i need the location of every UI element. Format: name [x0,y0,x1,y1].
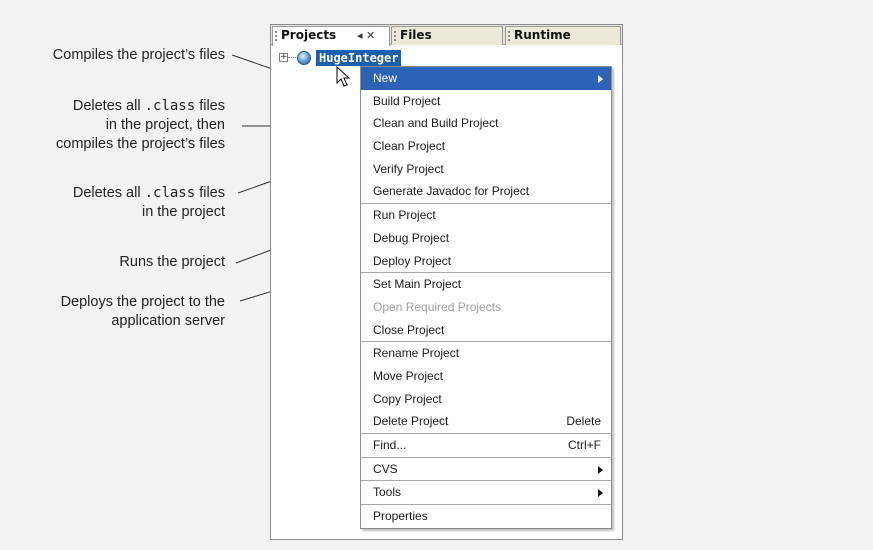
menu-item-properties[interactable]: Properties [361,505,611,528]
tab-grip-icon [275,31,277,41]
submenu-arrow-icon [598,489,603,498]
project-name[interactable]: HugeInteger [316,50,402,66]
menu-item-new[interactable]: New [361,67,611,90]
callout-build-text: Compiles the project’s files [52,47,225,63]
menu-item-clean-build-project[interactable]: Clean and Build Project [361,112,611,135]
callout-deploy-line2: application server [111,313,225,329]
expand-icon[interactable]: + [279,53,288,62]
context-menu: New Build Project Clean and Build Projec… [360,66,612,529]
callout-clean-line2: in the project [141,204,225,220]
menu-item-run-project[interactable]: Run Project [361,204,611,227]
callout-deploy: Deploys the project to the application s… [61,293,225,331]
tab-files[interactable]: Files [391,26,503,45]
menu-item-clean-project[interactable]: Clean Project [361,135,611,158]
tab-runtime-label: Runtime [514,28,571,42]
menu-item-set-main-project[interactable]: Set Main Project [361,273,611,296]
tab-projects-label: Projects [281,28,337,42]
callout-clean: Deletes all .class files in the project [73,184,225,222]
tab-bar: Projects ◂ ✕ Files Runtime [271,25,622,46]
shortcut-find: Ctrl+F [568,438,601,452]
menu-item-open-required-projects: Open Required Projects [373,299,502,314]
tab-files-label: Files [400,28,432,42]
figure-background: Compiles the project’s files Deletes all… [0,0,873,550]
callout-clean-build-line2: in the project, then [105,117,225,133]
project-globe-icon [297,51,311,65]
callout-build: Compiles the project’s files [53,46,225,65]
tab-grip-icon [508,31,510,41]
tab-close-icon[interactable]: ◂ ✕ [357,27,375,44]
tab-projects[interactable]: Projects ◂ ✕ [272,26,390,46]
menu-item-move-project[interactable]: Move Project [361,365,611,388]
callout-deploy-line1: Deploys the project to the [60,294,225,310]
menu-item-copy-project[interactable]: Copy Project [361,388,611,411]
menu-item-build-project[interactable]: Build Project [361,90,611,113]
menu-item-close-project[interactable]: Close Project [361,319,611,342]
menu-item-generate-javadoc[interactable]: Generate Javadoc for Project [361,180,611,203]
callout-run-text: Runs the project [119,254,225,270]
menu-item-find[interactable]: Find... Ctrl+F [361,434,611,457]
menu-item-tools[interactable]: Tools [361,481,611,504]
callout-clean-build: Deletes all .class files in the project,… [56,97,225,154]
menu-item-rename-project[interactable]: Rename Project [361,342,611,365]
callout-clean-build-line1: Deletes all .class files [72,98,225,114]
menu-item-deploy-project[interactable]: Deploy Project [361,250,611,273]
tab-runtime[interactable]: Runtime [505,26,621,45]
callout-run: Runs the project [119,253,225,272]
tab-grip-icon [394,31,396,41]
submenu-arrow-icon [598,465,603,474]
shortcut-delete: Delete [566,414,601,429]
submenu-arrow-icon [598,75,603,83]
menu-item-verify-project[interactable]: Verify Project [361,158,611,181]
menu-item-cvs[interactable]: CVS [361,458,611,481]
menu-item-debug-project[interactable]: Debug Project [361,227,611,250]
tree-connector [288,57,296,58]
callout-clean-build-line3: compiles the project’s files [56,136,225,152]
mouse-pointer-icon [336,66,351,87]
callout-clean-line1: Deletes all .class files [72,185,225,201]
menu-item-delete-project[interactable]: Delete Project Delete [361,410,611,433]
